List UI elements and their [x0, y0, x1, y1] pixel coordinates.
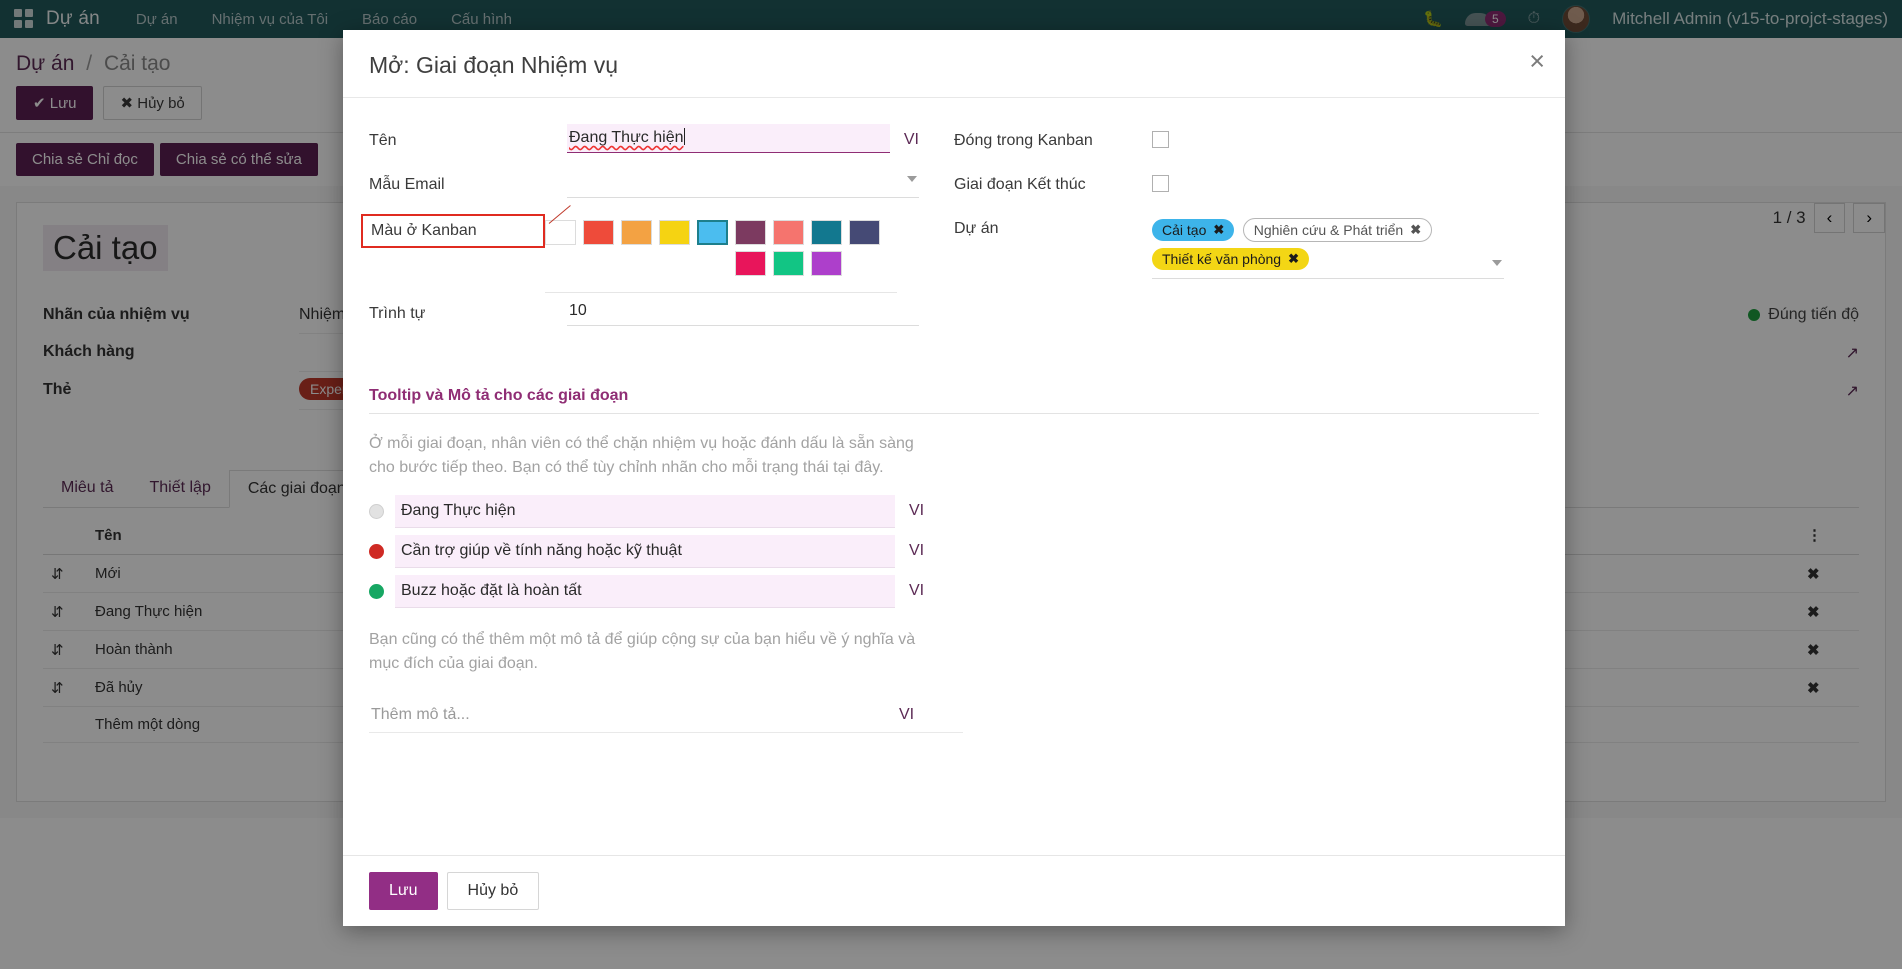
color-swatch-dark-purple[interactable] [735, 220, 766, 245]
project-tag-label: Cải tạo [1162, 222, 1206, 238]
tooltip-lang-badge[interactable]: VI [909, 582, 924, 600]
chevron-down-icon[interactable] [907, 176, 917, 182]
label-close-kanban: Đóng trong Kanban [954, 124, 1152, 150]
section-title: Tooltip và Mô tả cho các giai đoạn [369, 387, 1539, 414]
label-name: Tên [369, 124, 567, 150]
project-tag[interactable]: Cải tạo ✖ [1152, 219, 1234, 241]
close-icon[interactable]: × [1529, 48, 1545, 75]
stage-dialog: Mở: Giai đoạn Nhiệm vụ × Tên Đang Thực h… [343, 30, 1565, 926]
color-swatch-salmon[interactable] [773, 220, 804, 245]
project-tag-label: Nghiên cứu & Phát triển [1254, 222, 1403, 238]
section-helper-text-2: Bạn cũng có thể thêm một mô tả để giúp c… [369, 628, 929, 677]
dialog-body: Tên Đang Thực hiện VI Mẫu Email [343, 98, 1565, 855]
status-dot-green-icon [369, 584, 384, 599]
tooltip-rows: Đang Thực hiện VI Cần trợ giúp về tính n… [369, 495, 1539, 608]
name-input-wrap: Đang Thực hiện VI [567, 124, 919, 153]
field-sequence-control: 10 [567, 297, 954, 326]
color-swatch-green[interactable] [773, 251, 804, 276]
tooltip-lang-badge[interactable]: VI [909, 502, 924, 520]
form-columns: Tên Đang Thực hiện VI Mẫu Email [369, 124, 1539, 341]
tooltip-row-blocked: Cần trợ giúp về tính năng hoặc kỹ thuật … [369, 535, 1539, 568]
color-swatch-teal[interactable] [811, 220, 842, 245]
color-swatch-grid [545, 214, 897, 293]
tooltip-input-done[interactable]: Buzz hoặc đặt là hoàn tất [395, 575, 895, 608]
color-swatch-yellow[interactable] [659, 220, 690, 245]
dialog-discard-button[interactable]: Hủy bỏ [447, 872, 540, 910]
section-helper-text: Ở mỗi giai đoạn, nhân viên có thể chặn n… [369, 432, 929, 481]
projects-tag-input[interactable]: Cải tạo ✖ Nghiên cứu & Phát triển ✖ Thiế… [1152, 212, 1504, 279]
tooltip-section: Tooltip và Mô tả cho các giai đoạn Ở mỗi… [369, 387, 1539, 733]
folded-checkbox[interactable] [1152, 175, 1169, 192]
project-tag[interactable]: Thiết kế văn phòng ✖ [1152, 248, 1309, 270]
dialog-header: Mở: Giai đoạn Nhiệm vụ × [343, 30, 1565, 98]
color-swatch-row-2 [735, 251, 897, 276]
label-email-template: Mẫu Email [369, 168, 567, 194]
label-folded: Giai đoạn Kết thúc [954, 168, 1152, 194]
field-email-template: Mẫu Email [369, 168, 954, 208]
field-close-kanban-control [1152, 124, 1539, 148]
text-caret [684, 128, 685, 145]
field-email-template-control [567, 168, 954, 198]
color-swatch-red[interactable] [583, 220, 614, 245]
tooltip-row-progress: Đang Thực hiện VI [369, 495, 1539, 528]
dialog-footer: Lưu Hủy bỏ [343, 855, 1565, 926]
field-name: Tên Đang Thực hiện VI [369, 124, 954, 164]
field-kanban-color-control [545, 214, 954, 293]
field-projects: Dự án Cải tạo ✖ Nghiên cứu & Phát triển … [954, 212, 1539, 279]
color-swatch-crimson[interactable] [735, 251, 766, 276]
field-kanban-color: Màu ở Kanban [369, 214, 954, 293]
label-sequence: Trình tự [369, 297, 567, 323]
field-folded-control [1152, 168, 1539, 192]
tooltip-lang-badge[interactable]: VI [909, 542, 924, 560]
description-row: Thêm mô tả... VI [369, 698, 963, 733]
tooltip-input-blocked[interactable]: Cần trợ giúp về tính năng hoặc kỹ thuật [395, 535, 895, 568]
status-dot-red-icon [369, 544, 384, 559]
form-column-right: Đóng trong Kanban Giai đoạn Kết thúc Dự … [954, 124, 1539, 341]
name-input-value: Đang Thực hiện [569, 129, 683, 146]
remove-tag-icon[interactable]: ✖ [1410, 222, 1421, 238]
field-projects-control: Cải tạo ✖ Nghiên cứu & Phát triển ✖ Thiế… [1152, 212, 1539, 279]
project-tag[interactable]: Nghiên cứu & Phát triển ✖ [1243, 218, 1432, 242]
field-name-control: Đang Thực hiện VI [567, 124, 954, 153]
field-folded: Giai đoạn Kết thúc [954, 168, 1539, 208]
color-swatch-light-blue[interactable] [697, 220, 728, 245]
description-lang-badge[interactable]: VI [899, 706, 914, 724]
label-projects: Dự án [954, 212, 1152, 238]
sequence-input[interactable]: 10 [567, 297, 919, 326]
status-dot-gray-icon [369, 504, 384, 519]
color-swatch-none[interactable] [545, 220, 576, 245]
color-swatch-orange[interactable] [621, 220, 652, 245]
name-lang-badge[interactable]: VI [904, 131, 919, 153]
email-template-select[interactable] [567, 168, 919, 198]
label-kanban-color: Màu ở Kanban [361, 214, 545, 248]
dialog-save-button[interactable]: Lưu [369, 872, 438, 910]
tooltip-input-progress[interactable]: Đang Thực hiện [395, 495, 895, 528]
field-sequence: Trình tự 10 [369, 297, 954, 337]
screen: Dự án Dự án Nhiệm vụ của Tôi Báo cáo Cấu… [0, 0, 1902, 969]
dialog-title: Mở: Giai đoạn Nhiệm vụ [369, 52, 1539, 79]
description-input[interactable]: Thêm mô tả... [369, 698, 885, 732]
tooltip-row-done: Buzz hoặc đặt là hoàn tất VI [369, 575, 1539, 608]
remove-tag-icon[interactable]: ✖ [1213, 222, 1224, 238]
color-swatch-row-1 [545, 220, 897, 245]
close-kanban-checkbox[interactable] [1152, 131, 1169, 148]
project-tag-label: Thiết kế văn phòng [1162, 251, 1281, 267]
chevron-down-icon-projects[interactable] [1492, 260, 1502, 266]
remove-tag-icon[interactable]: ✖ [1288, 251, 1299, 267]
color-swatch-violet[interactable] [811, 251, 842, 276]
name-input[interactable]: Đang Thực hiện [567, 124, 890, 153]
form-column-left: Tên Đang Thực hiện VI Mẫu Email [369, 124, 954, 341]
field-close-kanban: Đóng trong Kanban [954, 124, 1539, 164]
color-swatch-navy[interactable] [849, 220, 880, 245]
